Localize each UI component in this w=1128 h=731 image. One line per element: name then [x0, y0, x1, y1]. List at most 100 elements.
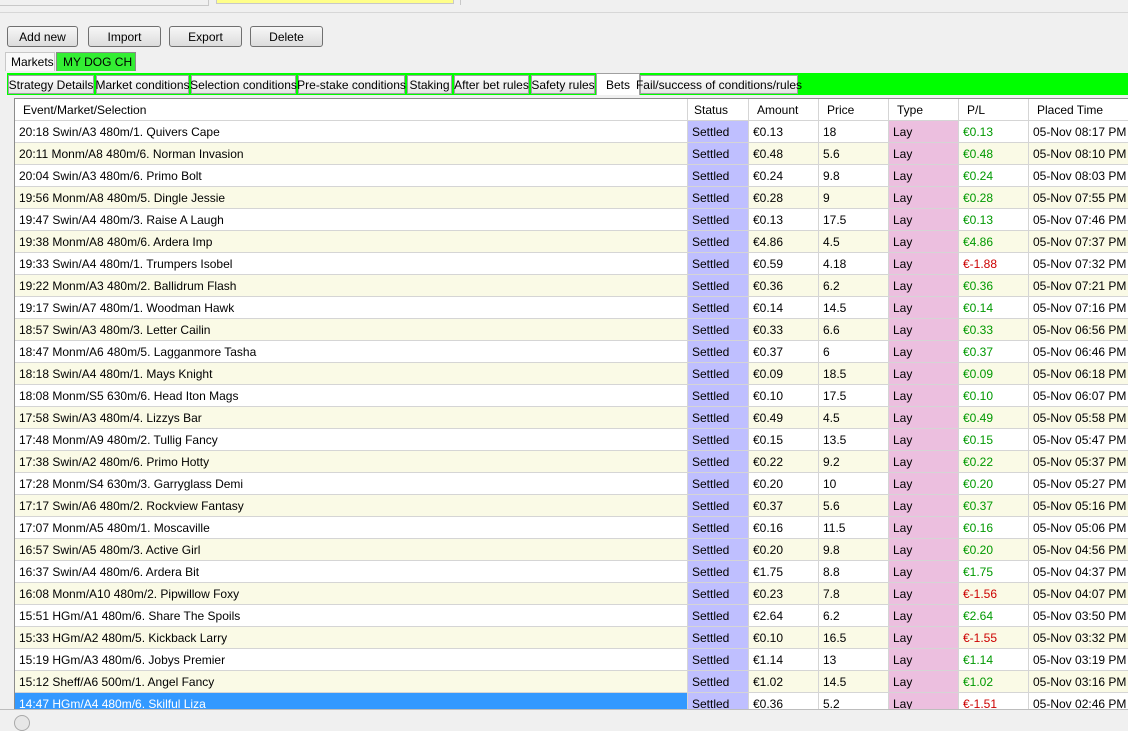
cell-pl: €0.37: [959, 495, 1029, 517]
cell-type: Lay: [889, 539, 959, 561]
table-row[interactable]: 15:51 HGm/A1 480m/6. Share The Spoils Set…: [15, 605, 1128, 627]
table-row[interactable]: 19:56 Monm/A8 480m/5. Dingle Jessie Settl…: [15, 187, 1128, 209]
table-row[interactable]: 17:48 Monm/A9 480m/2. Tullig Fancy Settle…: [15, 429, 1128, 451]
column-header-pl[interactable]: P/L: [959, 99, 1029, 120]
cell-placed-time: 05-Nov 05:06 PM: [1029, 517, 1128, 539]
table-row[interactable]: 18:08 Monm/S5 630m/6. Head Iton Mags Sett…: [15, 385, 1128, 407]
cell-placed-time: 05-Nov 06:07 PM: [1029, 385, 1128, 407]
cell-amount: €0.20: [749, 473, 819, 495]
table-row[interactable]: 17:58 Swin/A3 480m/4. Lizzys Bar Settled €…: [15, 407, 1128, 429]
cell-amount: €0.09: [749, 363, 819, 385]
cell-event: 19:22 Monm/A3 480m/2. Ballidrum Flash: [15, 275, 688, 297]
table-row[interactable]: 17:38 Swin/A2 480m/6. Primo Hotty Settled…: [15, 451, 1128, 473]
tab-market-conditions[interactable]: Market conditions: [95, 75, 190, 94]
table-row[interactable]: 15:19 HGm/A3 480m/6. Jobys Premier Settle…: [15, 649, 1128, 671]
cell-pl: €0.13: [959, 209, 1029, 231]
table-row[interactable]: 20:11 Monm/A8 480m/6. Norman Invasion Set…: [15, 143, 1128, 165]
cell-type: Lay: [889, 407, 959, 429]
table-row[interactable]: 19:22 Monm/A3 480m/2. Ballidrum Flash Set…: [15, 275, 1128, 297]
delete-button[interactable]: Delete: [250, 26, 323, 47]
cell-type: Lay: [889, 341, 959, 363]
table-row[interactable]: 19:47 Swin/A4 480m/3. Raise A Laugh Settl…: [15, 209, 1128, 231]
cell-placed-time: 05-Nov 06:56 PM: [1029, 319, 1128, 341]
cell-price: 4.5: [819, 231, 889, 253]
cell-price: 9.8: [819, 539, 889, 561]
column-header-price[interactable]: Price: [819, 99, 889, 120]
cell-status: Settled: [688, 451, 749, 473]
table-row[interactable]: 18:18 Swin/A4 480m/1. Mays Knight Settled…: [15, 363, 1128, 385]
cell-price: 6.6: [819, 319, 889, 341]
column-header-amount[interactable]: Amount: [749, 99, 819, 120]
export-button[interactable]: Export: [169, 26, 242, 47]
cell-amount: €0.15: [749, 429, 819, 451]
table-row[interactable]: 19:38 Monm/A8 480m/6. Ardera Imp Settled €…: [15, 231, 1128, 253]
cell-event: 19:38 Monm/A8 480m/6. Ardera Imp: [15, 231, 688, 253]
cell-pl: €0.28: [959, 187, 1029, 209]
resize-handle[interactable]: [14, 715, 30, 731]
top-panel-divider: [460, 0, 461, 5]
table-row[interactable]: 17:17 Swin/A6 480m/2. Rockview Fantasy Se…: [15, 495, 1128, 517]
top-panel-left: [0, 0, 209, 6]
cell-type: Lay: [889, 187, 959, 209]
cell-pl: €-1.51: [959, 693, 1029, 710]
table-row[interactable]: 20:04 Swin/A3 480m/6. Primo Bolt Settled €…: [15, 165, 1128, 187]
cell-event: 17:07 Monm/A5 480m/1. Moscaville: [15, 517, 688, 539]
cell-status: Settled: [688, 561, 749, 583]
strategy-tab-bar: Strategy Details Market conditions Selec…: [7, 73, 1128, 95]
table-row[interactable]: 19:17 Swin/A7 480m/1. Woodman Hawk Settle…: [15, 297, 1128, 319]
cell-event: 18:47 Monm/A6 480m/5. Lagganmore Tasha: [15, 341, 688, 363]
table-row[interactable]: 20:18 Swin/A3 480m/1. Quivers Cape Settle…: [15, 121, 1128, 143]
table-row[interactable]: 15:12 Sheff/A6 500m/1. Angel Fancy Settle…: [15, 671, 1128, 693]
tab-pre-stake-conditions[interactable]: Pre-stake conditions: [297, 75, 406, 94]
cell-amount: €0.48: [749, 143, 819, 165]
cell-pl: €1.14: [959, 649, 1029, 671]
cell-amount: €0.23: [749, 583, 819, 605]
tab-selection-conditions[interactable]: Selection conditions: [190, 75, 297, 94]
cell-status: Settled: [688, 319, 749, 341]
cell-placed-time: 05-Nov 04:37 PM: [1029, 561, 1128, 583]
tab-bets[interactable]: Bets: [596, 73, 640, 95]
column-header-type[interactable]: Type: [889, 99, 959, 120]
tab-strategy-details[interactable]: Strategy Details: [8, 75, 94, 94]
cell-amount: €0.14: [749, 297, 819, 319]
tab-staking[interactable]: Staking: [407, 75, 452, 94]
cell-status: Settled: [688, 231, 749, 253]
cell-placed-time: 05-Nov 03:32 PM: [1029, 627, 1128, 649]
table-row[interactable]: 16:57 Swin/A5 480m/3. Active Girl Settled…: [15, 539, 1128, 561]
cell-amount: €0.22: [749, 451, 819, 473]
table-row[interactable]: 16:37 Swin/A4 480m/6. Ardera Bit Settled €…: [15, 561, 1128, 583]
tab-my-dog-ch[interactable]: MY DOG CH: [56, 52, 136, 71]
cell-amount: €0.24: [749, 165, 819, 187]
table-row[interactable]: 19:33 Swin/A4 480m/1. Trumpers Isobel Set…: [15, 253, 1128, 275]
cell-placed-time: 05-Nov 03:19 PM: [1029, 649, 1128, 671]
cell-price: 17.5: [819, 209, 889, 231]
tab-markets[interactable]: Markets: [5, 52, 55, 71]
cell-event: 16:57 Swin/A5 480m/3. Active Girl: [15, 539, 688, 561]
cell-event: 16:08 Monm/A10 480m/2. Pipwillow Foxy: [15, 583, 688, 605]
table-row[interactable]: 15:33 HGm/A2 480m/5. Kickback Larry Settl…: [15, 627, 1128, 649]
tab-fail-success[interactable]: Fail/success of conditions/rules: [636, 75, 802, 94]
import-button[interactable]: Import: [88, 26, 161, 47]
table-row[interactable]: 18:57 Swin/A3 480m/3. Letter Cailin Settl…: [15, 319, 1128, 341]
cell-status: Settled: [688, 165, 749, 187]
tab-after-bet-rules[interactable]: After bet rules: [454, 75, 529, 94]
column-header-event[interactable]: Event/Market/Selection: [15, 99, 688, 120]
cell-status: Settled: [688, 121, 749, 143]
cell-amount: €0.13: [749, 209, 819, 231]
add-new-button[interactable]: Add new: [7, 26, 78, 47]
table-row[interactable]: 18:47 Monm/A6 480m/5. Lagganmore Tasha Se…: [15, 341, 1128, 363]
cell-placed-time: 05-Nov 05:37 PM: [1029, 451, 1128, 473]
column-header-status[interactable]: Status: [688, 99, 749, 120]
cell-event: 19:17 Swin/A7 480m/1. Woodman Hawk: [15, 297, 688, 319]
cell-pl: €0.49: [959, 407, 1029, 429]
table-row[interactable]: 16:08 Monm/A10 480m/2. Pipwillow Foxy Set…: [15, 583, 1128, 605]
cell-amount: €1.14: [749, 649, 819, 671]
table-row[interactable]: 17:07 Monm/A5 480m/1. Moscaville Settled €…: [15, 517, 1128, 539]
cell-pl: €-1.55: [959, 627, 1029, 649]
column-header-placed-time[interactable]: Placed Time: [1029, 99, 1128, 120]
table-row[interactable]: 14:47 HGm/A4 480m/6. Skilful Liza Settled…: [15, 693, 1128, 710]
tab-safety-rules[interactable]: Safety rules: [531, 75, 595, 94]
table-row[interactable]: 17:28 Monm/S4 630m/3. Garryglass Demi Set…: [15, 473, 1128, 495]
cell-status: Settled: [688, 649, 749, 671]
cell-placed-time: 05-Nov 07:55 PM: [1029, 187, 1128, 209]
